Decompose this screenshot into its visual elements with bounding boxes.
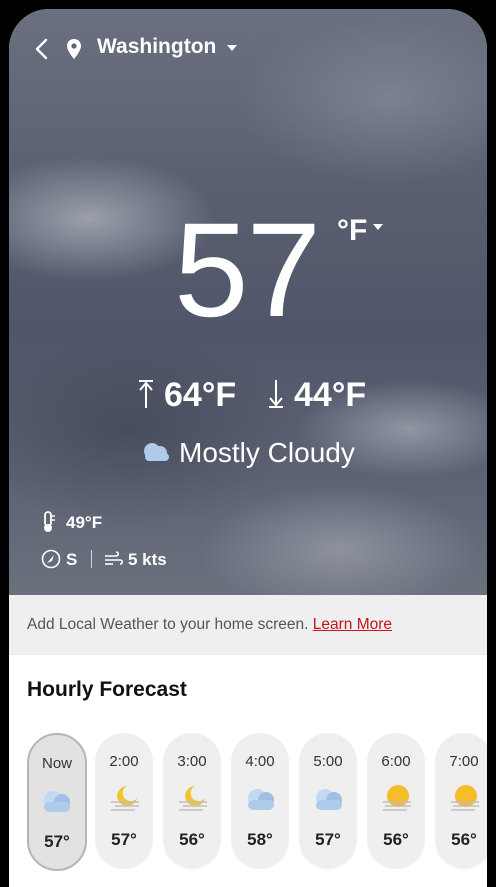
- cloud-icon: [44, 791, 70, 812]
- cloud-icon: [248, 789, 274, 810]
- banner-message: Add Local Weather to your home screen.: [27, 616, 313, 633]
- hourly-card[interactable]: 7:00 56°: [435, 733, 487, 869]
- wind-direction: S: [66, 550, 78, 569]
- unit-dropdown-icon[interactable]: [373, 224, 383, 230]
- hour-label: 4:00: [245, 753, 275, 770]
- hour-label: 6:00: [381, 753, 411, 770]
- hour-temperature: 57°: [315, 830, 341, 849]
- learn-more-link[interactable]: Learn More: [313, 616, 392, 633]
- low-temp-arrow-icon: [269, 380, 283, 408]
- hour-label: 3:00: [177, 753, 207, 770]
- moon-haze-icon: [111, 786, 139, 811]
- cloud-icon: [144, 443, 169, 461]
- location-name[interactable]: Washington: [97, 35, 216, 59]
- hour-temperature: 56°: [451, 830, 477, 849]
- hour-label: 2:00: [109, 753, 139, 770]
- sun-haze-icon: [451, 785, 479, 811]
- compass-icon: [41, 549, 61, 569]
- feels-like-temperature: 49°F: [66, 513, 103, 532]
- hour-temperature: 56°: [179, 830, 205, 849]
- hourly-card[interactable]: 6:00 56°: [367, 733, 425, 869]
- hourly-forecast-section: Hourly Forecast Now 57° 2:00 57° 3:00 56…: [9, 655, 487, 887]
- hour-label: Now: [41, 755, 72, 772]
- hour-temperature: 56°: [383, 830, 409, 849]
- hourly-card[interactable]: 3:00 56°: [163, 733, 221, 869]
- top-bar: Washington: [9, 31, 487, 67]
- temperature-unit[interactable]: °F: [337, 214, 367, 248]
- wind-icon: [105, 551, 124, 565]
- hour-temperature: 57°: [111, 830, 137, 849]
- sun-haze-icon: [383, 785, 411, 811]
- hour-temperature: 58°: [247, 830, 273, 849]
- low-temperature: 44°F: [294, 376, 367, 414]
- current-conditions-panel: Washington 57 °F 64°F 44°F Mostly Cloudy: [9, 9, 487, 595]
- hour-label: 5:00: [313, 753, 343, 770]
- hour-temperature: 57°: [44, 832, 70, 851]
- location-dropdown-icon[interactable]: [227, 45, 237, 51]
- hourly-card[interactable]: 5:00 57°: [299, 733, 357, 869]
- moon-haze-icon: [179, 786, 207, 811]
- hour-label: 7:00: [449, 753, 479, 770]
- hourly-card[interactable]: 4:00 58°: [231, 733, 289, 869]
- high-temp-arrow-icon: [139, 380, 153, 408]
- banner-text: Add Local Weather to your home screen. L…: [27, 616, 392, 634]
- hourly-card-now[interactable]: Now 57°: [27, 733, 87, 871]
- cloud-icon: [316, 789, 342, 810]
- hourly-card[interactable]: 2:00 57°: [95, 733, 153, 869]
- location-pin-icon: [67, 39, 81, 59]
- home-screen-banner: Add Local Weather to your home screen. L…: [9, 595, 487, 655]
- condition-text: Mostly Cloudy: [179, 437, 355, 468]
- current-temperature: 57: [174, 196, 321, 345]
- hourly-forecast-title: Hourly Forecast: [27, 678, 187, 701]
- hourly-forecast-list[interactable]: Now 57° 2:00 57° 3:00 56° 4:00 58° 5:00 …: [27, 733, 487, 873]
- thermometer-icon: [44, 511, 55, 532]
- weather-screen: Washington 57 °F 64°F 44°F Mostly Cloudy: [9, 9, 487, 887]
- divider: [91, 550, 92, 568]
- high-temperature: 64°F: [164, 376, 237, 414]
- wind-speed: 5 kts: [128, 550, 167, 569]
- back-arrow-icon[interactable]: [31, 37, 55, 61]
